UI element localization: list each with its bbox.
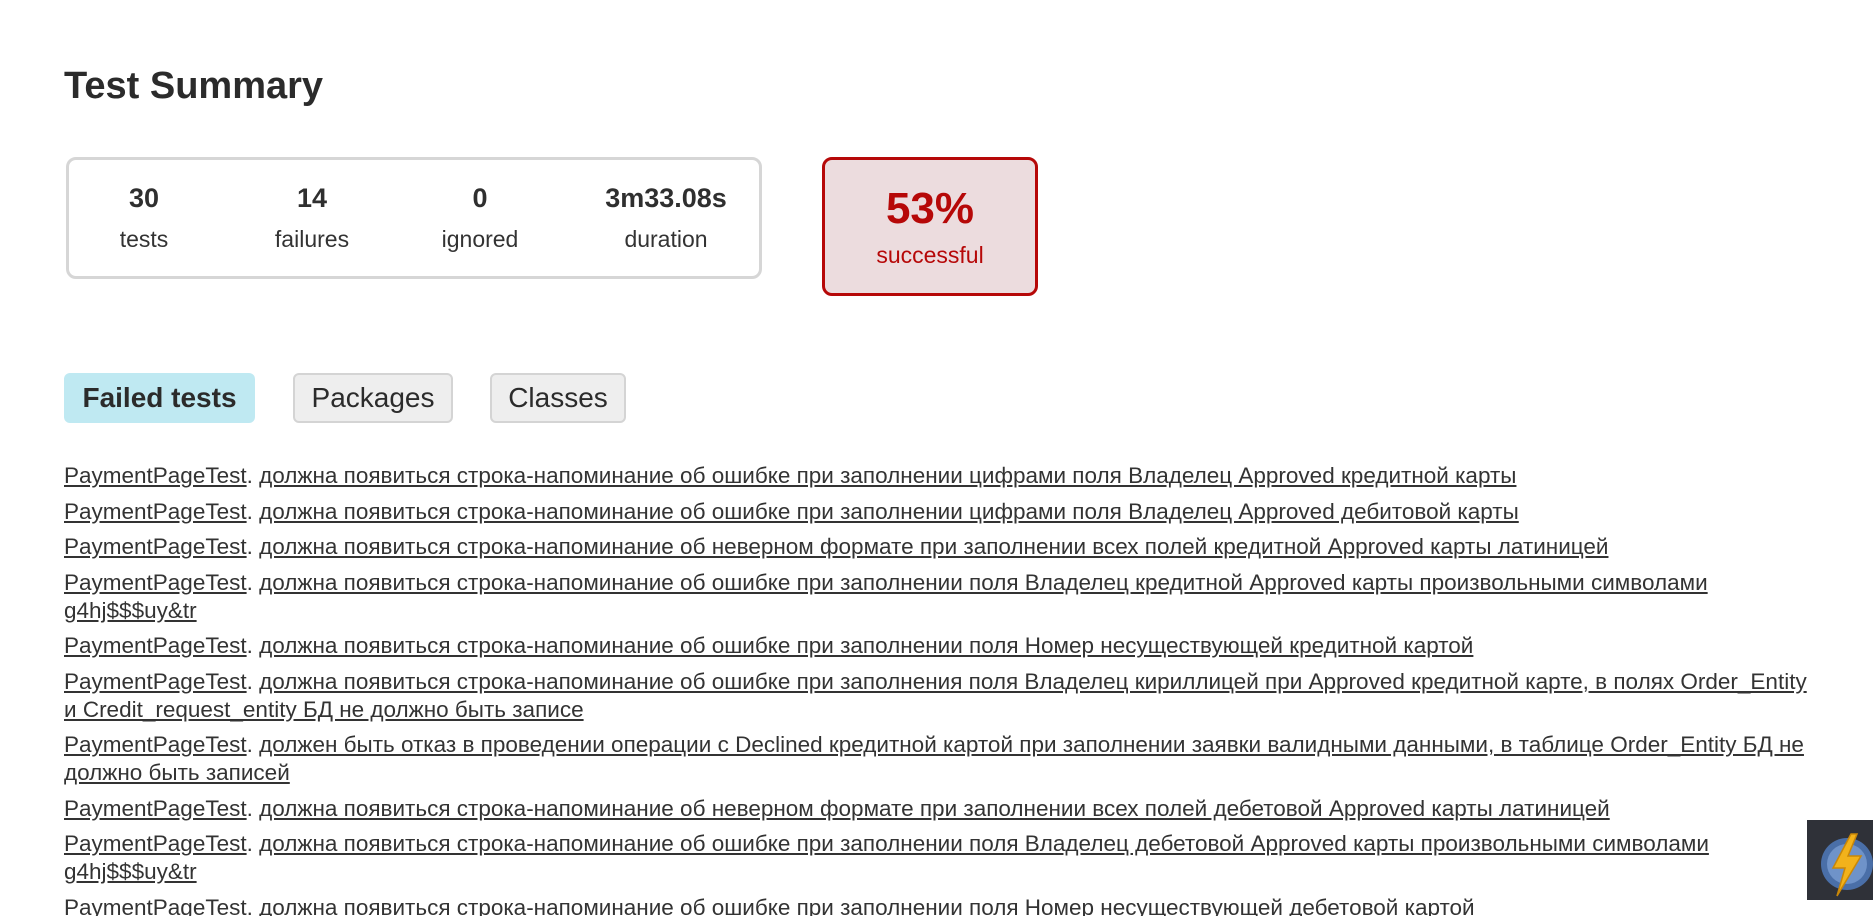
stat-duration: 3m33.08s duration [586, 182, 746, 254]
test-name-link[interactable]: должна появиться строка-напоминание об о… [64, 831, 1709, 884]
page-title: Test Summary [64, 65, 324, 107]
test-name-link[interactable]: должна появиться строка-напоминание об н… [259, 796, 1610, 821]
test-name-link[interactable]: должен быть отказ в проведении операции … [64, 732, 1804, 785]
failed-test-item: PaymentPageTest. должна появиться строка… [64, 830, 1824, 886]
separator: . [246, 732, 260, 757]
test-name-link[interactable]: должна появиться строка-напоминание об о… [259, 463, 1516, 488]
test-name-link[interactable]: должна появиться строка-напоминание об о… [64, 570, 1708, 623]
test-class-link[interactable]: PaymentPageTest [64, 534, 247, 559]
tab-classes[interactable]: Classes [490, 373, 626, 423]
test-class-link[interactable]: PaymentPageTest [64, 732, 247, 757]
test-class-link[interactable]: PaymentPageTest [64, 633, 247, 658]
test-name-link[interactable]: должна появиться строка-напоминание об о… [259, 633, 1473, 658]
separator: . [246, 668, 260, 694]
failed-test-item: PaymentPageTest. должен быть отказ в про… [64, 731, 1824, 787]
separator: . [246, 633, 260, 658]
test-class-link[interactable]: PaymentPageTest [64, 796, 247, 821]
tab-packages[interactable]: Packages [293, 373, 453, 423]
lightning-bolt-icon [1821, 833, 1873, 897]
test-name-link[interactable]: должна появиться строка-напоминание об о… [64, 669, 1807, 722]
failed-tests-list: PaymentPageTest. должна появиться строка… [64, 462, 1824, 916]
failed-test-item: PaymentPageTest. должна появиться строка… [64, 462, 1824, 490]
stat-ignored: 0 ignored [415, 182, 545, 254]
test-class-link[interactable]: PaymentPageTest [64, 895, 247, 916]
stat-tests: 30 tests [79, 182, 209, 254]
summary-box: 30 tests 14 failures 0 ignored 3m33.08s … [66, 157, 762, 279]
failed-test-item: PaymentPageTest. должна появиться строка… [64, 533, 1824, 561]
separator: . [246, 894, 260, 916]
test-class-link[interactable]: PaymentPageTest [64, 570, 247, 595]
tab-failed-tests[interactable]: Failed tests [64, 373, 255, 423]
ignored-label: ignored [441, 226, 519, 252]
failed-test-item: PaymentPageTest. должна появиться строка… [64, 569, 1824, 625]
test-class-link[interactable]: PaymentPageTest [64, 499, 247, 524]
separator: . [246, 831, 260, 856]
success-rate-box: 53% successful [822, 157, 1038, 296]
test-class-link[interactable]: PaymentPageTest [64, 463, 247, 488]
tests-label: tests [119, 226, 169, 252]
duration-value: 3m33.08s [605, 183, 727, 213]
separator: . [246, 463, 260, 488]
test-name-link[interactable]: должна появиться строка-напоминание об о… [259, 895, 1475, 916]
test-name-link[interactable]: должна появиться строка-напоминание об о… [259, 499, 1519, 524]
duration-label: duration [624, 226, 708, 252]
separator: . [246, 534, 260, 559]
test-class-link[interactable]: PaymentPageTest [64, 669, 247, 694]
stat-failures: 14 failures [247, 182, 377, 254]
failed-test-item: PaymentPageTest. должна появиться строка… [64, 498, 1824, 526]
test-name-link[interactable]: должна появиться строка-напоминание об н… [259, 534, 1608, 559]
extension-widget[interactable] [1807, 820, 1873, 900]
page: Test Summary 30 tests 14 failures 0 igno… [0, 0, 1873, 916]
separator: . [246, 498, 260, 524]
failures-label: failures [274, 226, 350, 252]
failed-test-item: PaymentPageTest. должна появиться строка… [64, 894, 1824, 916]
separator: . [246, 569, 260, 595]
success-label: successful [876, 242, 984, 268]
separator: . [246, 795, 260, 821]
failed-test-item: PaymentPageTest. должна появиться строка… [64, 795, 1824, 823]
failures-count: 14 [296, 183, 328, 213]
failed-test-item: PaymentPageTest. должна появиться строка… [64, 632, 1824, 660]
test-class-link[interactable]: PaymentPageTest [64, 831, 247, 856]
tests-count: 30 [128, 183, 160, 213]
failed-test-item: PaymentPageTest. должна появиться строка… [64, 668, 1824, 724]
ignored-count: 0 [472, 183, 488, 213]
success-percent: 53% [885, 184, 975, 233]
